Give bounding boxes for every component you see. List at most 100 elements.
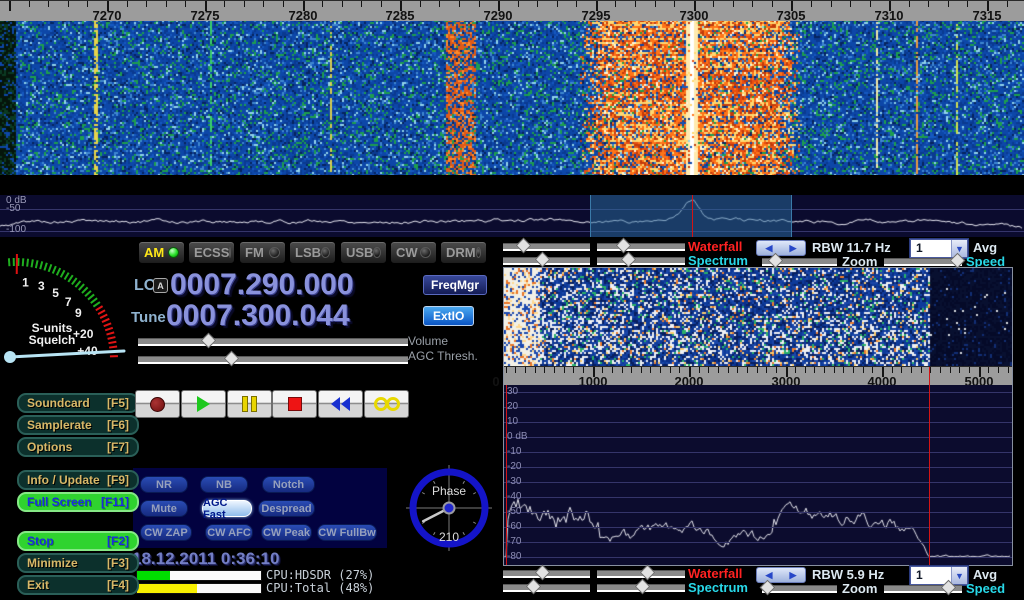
dsp-button-mute[interactable]: Mute bbox=[140, 500, 188, 517]
top-rbw-spinner[interactable]: ◀ ▶ bbox=[756, 240, 806, 256]
record-button[interactable] bbox=[135, 390, 180, 418]
ruler-tick bbox=[850, 1, 851, 7]
slider-thumb[interactable] bbox=[535, 565, 551, 581]
mode-led-icon bbox=[476, 247, 481, 258]
slider-thumb[interactable] bbox=[201, 333, 217, 349]
top-waterfall-contrast-slider[interactable] bbox=[597, 243, 685, 251]
bottom-speed-slider[interactable] bbox=[884, 585, 962, 593]
audio-frequency-ruler[interactable]: 010002000300040005000 bbox=[504, 366, 1012, 386]
bottom-waterfall-label[interactable]: Waterfall bbox=[688, 566, 742, 581]
mode-button-am[interactable]: AM bbox=[138, 241, 185, 264]
ruler-tick bbox=[814, 367, 815, 373]
main-frequency-ruler[interactable]: 7270727572807285729072957300730573107315 bbox=[0, 0, 1024, 21]
ruler-tick bbox=[772, 1, 773, 7]
top-waterfall-label[interactable]: Waterfall bbox=[688, 239, 742, 254]
lo-frequency-display[interactable]: 0007.290.000 bbox=[170, 268, 354, 302]
loop-button[interactable] bbox=[364, 390, 409, 418]
slider-thumb[interactable] bbox=[635, 579, 651, 595]
bottom-spectrum-brightness-slider[interactable] bbox=[503, 584, 590, 592]
freqmgr-button[interactable]: FreqMgr bbox=[423, 275, 487, 295]
left-arrow-icon[interactable]: ◀ bbox=[766, 243, 773, 254]
slider-thumb[interactable] bbox=[535, 252, 551, 268]
play-button[interactable] bbox=[181, 390, 226, 418]
bottom-waterfall-brightness-slider[interactable] bbox=[503, 570, 590, 578]
ruler-tick bbox=[998, 367, 999, 373]
ruler-tick bbox=[635, 1, 636, 7]
dsp-button-despread[interactable]: Despread bbox=[258, 500, 315, 517]
mode-button-drm[interactable]: DRM bbox=[440, 241, 487, 264]
volume-slider[interactable] bbox=[138, 338, 408, 346]
slider-thumb[interactable] bbox=[224, 351, 240, 367]
button-label: Options bbox=[27, 440, 72, 454]
top-zoom-slider[interactable] bbox=[762, 258, 837, 266]
mode-button-fm[interactable]: FM bbox=[239, 241, 286, 264]
audio-spectrum[interactable]: 3020100 dB-10-20-30-40-50-60-70-80 bbox=[504, 385, 1012, 565]
main-waterfall[interactable] bbox=[0, 0, 1024, 175]
right-arrow-icon[interactable]: ▶ bbox=[790, 243, 797, 254]
left-button-stop[interactable]: Stop[F2] bbox=[17, 531, 139, 551]
top-spectrum-brightness-slider[interactable] bbox=[503, 257, 590, 265]
passband-right-marker bbox=[929, 367, 930, 386]
top-speed-slider[interactable] bbox=[884, 258, 962, 266]
dsp-button-nb[interactable]: NB bbox=[200, 476, 248, 493]
mode-led-icon bbox=[168, 247, 179, 258]
phase-hub bbox=[444, 503, 455, 514]
agc-thresh-slider[interactable] bbox=[138, 356, 408, 364]
lo-auto-badge[interactable]: A bbox=[153, 278, 168, 293]
passband-selection[interactable] bbox=[590, 195, 792, 237]
top-waterfall-brightness-slider[interactable] bbox=[503, 243, 590, 251]
left-button-full-screen[interactable]: Full Screen[F11] bbox=[17, 492, 139, 512]
mode-label: DRM bbox=[446, 245, 476, 260]
mode-button-lsb[interactable]: LSB bbox=[289, 241, 336, 264]
dsp-button-cw-peak[interactable]: CW Peak bbox=[261, 524, 312, 541]
squelch-needle-hub[interactable] bbox=[4, 351, 16, 363]
slider-thumb[interactable] bbox=[616, 238, 632, 254]
top-spectrum-contrast-slider[interactable] bbox=[597, 257, 685, 265]
button-label: Minimize bbox=[27, 556, 78, 570]
tune-frequency-display[interactable]: 0007.300.044 bbox=[166, 299, 350, 333]
audio-waterfall[interactable] bbox=[504, 268, 1012, 366]
squelch-needle[interactable] bbox=[10, 351, 124, 357]
left-button-samplerate[interactable]: Samplerate[F6] bbox=[17, 415, 139, 435]
slider-thumb[interactable] bbox=[516, 238, 532, 254]
gridline bbox=[0, 231, 1024, 232]
left-button-soundcard[interactable]: Soundcard[F5] bbox=[17, 393, 139, 413]
button-label: Samplerate bbox=[27, 418, 92, 432]
dsp-button-cw-fullbw[interactable]: CW FullBw bbox=[317, 524, 377, 541]
slider-thumb[interactable] bbox=[526, 579, 542, 595]
dsp-button-cw-afc[interactable]: CW AFC bbox=[205, 524, 253, 541]
top-spectrum-label[interactable]: Spectrum bbox=[688, 253, 748, 268]
right-arrow-icon[interactable]: ▶ bbox=[790, 570, 797, 581]
bottom-rbw-spinner[interactable]: ◀ ▶ bbox=[756, 567, 806, 583]
db-label: -20 bbox=[507, 461, 521, 472]
stop-button[interactable] bbox=[272, 390, 317, 418]
bottom-avg-select[interactable]: 1 ▼ bbox=[910, 566, 968, 585]
button-label: Stop bbox=[27, 534, 54, 548]
left-button-info-update[interactable]: Info / Update[F9] bbox=[17, 470, 139, 490]
ruler-tick bbox=[535, 367, 536, 373]
extio-button[interactable]: ExtIO bbox=[423, 306, 474, 326]
mode-button-ecss[interactable]: ECSS bbox=[188, 241, 235, 264]
mode-button-cw[interactable]: CW bbox=[390, 241, 437, 264]
bottom-waterfall-contrast-slider[interactable] bbox=[597, 570, 685, 578]
slider-thumb[interactable] bbox=[621, 252, 637, 268]
bottom-zoom-slider[interactable] bbox=[762, 585, 837, 593]
left-button-options[interactable]: Options[F7] bbox=[17, 437, 139, 457]
smeter-tick bbox=[40, 261, 42, 269]
chevron-down-icon[interactable]: ▼ bbox=[951, 567, 967, 584]
bottom-spectrum-label[interactable]: Spectrum bbox=[688, 580, 748, 595]
dsp-button-cw-zap[interactable]: CW ZAP bbox=[140, 524, 192, 541]
dsp-button-notch[interactable]: Notch bbox=[262, 476, 315, 493]
left-button-minimize[interactable]: Minimize[F3] bbox=[17, 553, 139, 573]
rewind-button[interactable] bbox=[318, 390, 363, 418]
mode-button-usb[interactable]: USB bbox=[340, 241, 387, 264]
dsp-button-agc-fast[interactable]: AGC Fast bbox=[202, 500, 252, 517]
ruler-label: 7305 bbox=[777, 8, 806, 23]
ruler-tick bbox=[655, 1, 656, 7]
left-button-exit[interactable]: Exit[F4] bbox=[17, 575, 139, 595]
ruler-tick bbox=[805, 367, 806, 373]
main-spectrum-strip[interactable]: 0 dB-50-100 bbox=[0, 195, 1024, 237]
bottom-spectrum-contrast-slider[interactable] bbox=[597, 584, 685, 592]
pause-button[interactable] bbox=[227, 390, 272, 418]
dsp-button-nr[interactable]: NR bbox=[140, 476, 188, 493]
